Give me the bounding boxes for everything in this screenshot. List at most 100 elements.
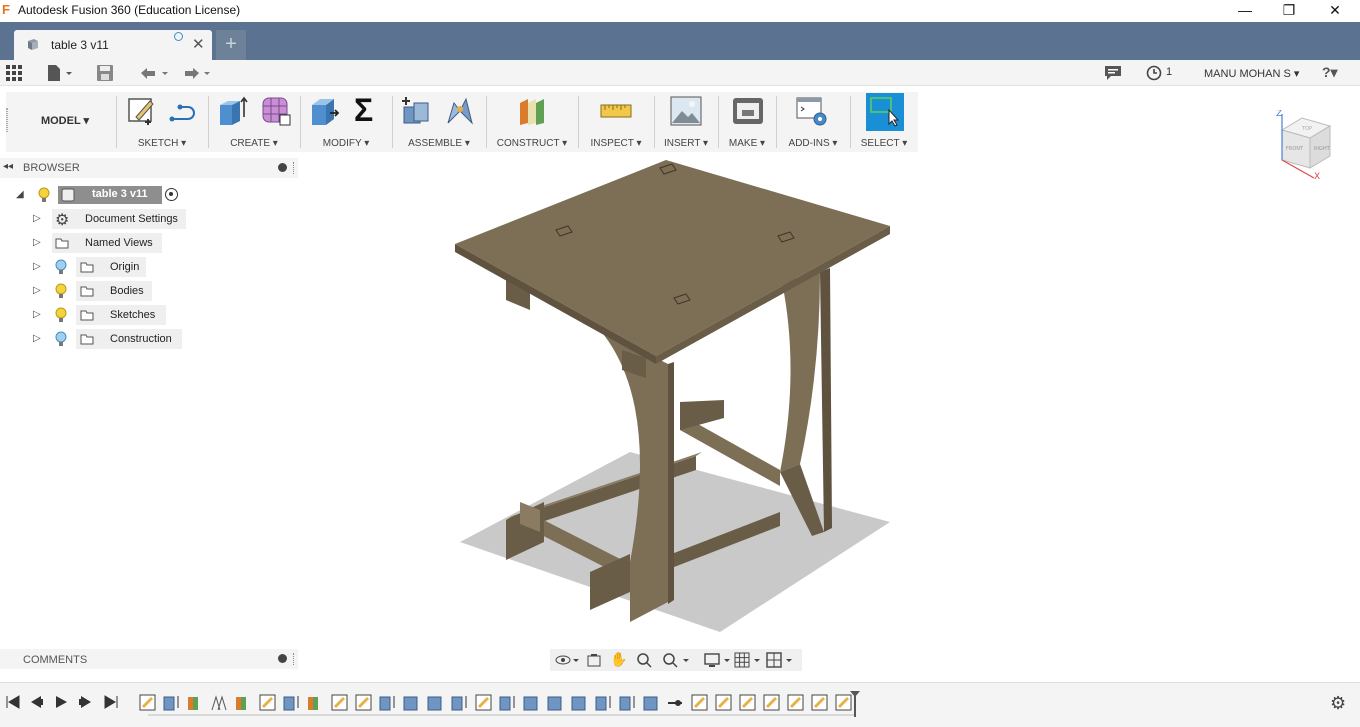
make-menu[interactable]: MAKE ▾ [718, 138, 776, 149]
tree-item-document-settings[interactable]: ▷ ⚙ Document Settings [0, 209, 298, 229]
insert-image-icon[interactable] [670, 95, 702, 127]
3d-viewport[interactable] [300, 152, 1260, 652]
sketch-feature-icon [835, 694, 852, 711]
file-menu-icon[interactable] [46, 64, 74, 82]
folder-icon [80, 310, 94, 321]
form-icon[interactable] [260, 95, 292, 127]
insert-menu[interactable]: INSERT ▾ [654, 138, 718, 149]
workspace-switcher[interactable]: MODEL ▾ [20, 104, 110, 138]
construct-menu[interactable]: CONSTRUCT ▾ [486, 138, 578, 149]
sketch-feature-icon [475, 694, 492, 711]
display-settings-icon[interactable] [704, 652, 732, 668]
timeline-features[interactable] [136, 691, 866, 717]
press-pull-feature-icon [523, 696, 538, 711]
extrude-feature-icon [283, 696, 299, 711]
tree-item-construction[interactable]: ▷ Construction [0, 329, 298, 349]
press-pull-feature-icon [547, 696, 562, 711]
new-tab-button[interactable]: + [216, 30, 246, 60]
root-component-label: table 3 v11 [92, 188, 148, 200]
new-component-icon[interactable] [400, 95, 432, 127]
offset-plane-icon[interactable] [516, 95, 548, 127]
panel-grip[interactable] [293, 162, 295, 174]
go-to-start-icon[interactable] [6, 695, 20, 709]
select-menu[interactable]: SELECT ▾ [850, 138, 918, 149]
tree-expand-icon[interactable]: ▷ [33, 237, 43, 249]
comments-title: COMMENTS [23, 654, 88, 666]
tree-item-bodies[interactable]: ▷ Bodies [0, 281, 298, 301]
browser-minimize-icon[interactable] [278, 163, 287, 172]
leg-front [668, 362, 674, 604]
sketch-menu[interactable]: SKETCH ▾ [116, 138, 208, 149]
measure-icon[interactable] [600, 95, 632, 127]
minimize-button[interactable]: — [1222, 0, 1268, 22]
move-feature-icon [668, 700, 682, 706]
zoom-icon[interactable] [636, 652, 654, 668]
user-account-menu[interactable]: MANU MOHAN S ▾ [1204, 67, 1299, 80]
app-grid-icon[interactable] [6, 65, 22, 81]
create-sketch-icon[interactable] [126, 95, 158, 127]
go-to-end-icon[interactable] [104, 695, 118, 709]
viewcube[interactable]: TOP FRONT RIGHT Z X [1276, 110, 1336, 180]
save-icon[interactable] [96, 64, 114, 82]
tree-expand-icon[interactable]: ▷ [33, 333, 43, 345]
ribbon-grip[interactable] [6, 108, 8, 132]
tree-item-origin[interactable]: ▷ Origin [0, 257, 298, 277]
folder-icon [80, 334, 94, 345]
tree-expand-icon[interactable]: ▷ [33, 261, 43, 273]
modify-menu[interactable]: MODIFY ▾ [300, 138, 392, 149]
activate-radio-icon[interactable] [165, 188, 178, 201]
tree-collapse-icon[interactable]: ◢ [16, 189, 26, 201]
visibility-bulb-icon[interactable] [38, 187, 50, 203]
pan-hand-icon[interactable]: ✋ [610, 651, 627, 668]
root-component-highlight[interactable]: table 3 v11 [58, 186, 162, 204]
viewports-icon[interactable] [766, 652, 794, 668]
compute-all-icon[interactable]: Σ [354, 92, 373, 129]
timeline-settings-gear-icon[interactable]: ⚙ [1330, 693, 1346, 714]
look-at-icon[interactable] [586, 652, 602, 668]
document-tab[interactable]: table 3 v11 ✕ [14, 30, 212, 60]
tree-expand-icon[interactable]: ▷ [33, 285, 43, 297]
extrude-icon[interactable] [216, 95, 248, 127]
browser-root-row[interactable]: ◢ table 3 v11 [0, 185, 298, 205]
step-forward-icon[interactable] [78, 695, 92, 709]
press-pull-icon[interactable] [308, 95, 340, 127]
project-line-icon[interactable] [168, 95, 200, 127]
fit-zoom-icon[interactable] [662, 652, 690, 668]
grid-snap-icon[interactable] [734, 652, 762, 668]
tree-item-sketches[interactable]: ▷ Sketches [0, 305, 298, 325]
close-window-button[interactable]: ✕ [1312, 0, 1358, 22]
maximize-button[interactable]: ❐ [1266, 0, 1312, 22]
joint-icon[interactable] [444, 95, 476, 127]
job-status-icon[interactable] [1146, 65, 1162, 81]
tree-expand-icon[interactable]: ▷ [33, 213, 43, 225]
close-tab-button[interactable]: ✕ [192, 35, 205, 53]
tree-expand-icon[interactable]: ▷ [33, 309, 43, 321]
redo-icon[interactable] [180, 65, 212, 81]
tree-item-label: Origin [110, 261, 140, 273]
create-menu[interactable]: CREATE ▾ [208, 138, 300, 149]
collapse-panel-icon[interactable]: ◂◂ [3, 161, 13, 172]
construct-feature-icon [236, 697, 246, 710]
visibility-bulb-icon[interactable] [55, 331, 67, 347]
scripts-addins-icon[interactable] [796, 95, 828, 127]
add-comment-icon[interactable] [278, 654, 287, 663]
assemble-menu[interactable]: ASSEMBLE ▾ [392, 138, 486, 149]
3d-print-icon[interactable] [732, 95, 764, 127]
add-ins-menu[interactable]: ADD-INS ▾ [776, 138, 850, 149]
step-back-icon[interactable] [30, 695, 44, 709]
tree-item-label: Sketches [110, 309, 156, 321]
orbit-icon[interactable] [554, 652, 580, 668]
visibility-bulb-icon[interactable] [55, 307, 67, 323]
tree-item-named-views[interactable]: ▷ Named Views [0, 233, 298, 253]
visibility-bulb-icon[interactable] [55, 259, 67, 275]
visibility-bulb-icon[interactable] [55, 283, 67, 299]
panel-grip[interactable] [293, 653, 295, 665]
inspect-menu[interactable]: INSPECT ▾ [578, 138, 654, 149]
select-tool-button[interactable] [866, 93, 904, 131]
viewcube-right-label: RIGHT [1314, 146, 1331, 152]
browser-header: ◂◂ BROWSER [0, 158, 298, 178]
play-icon[interactable] [54, 695, 68, 709]
notifications-icon[interactable] [1104, 65, 1122, 81]
undo-icon[interactable] [138, 65, 170, 81]
help-button[interactable]: ?▾ [1322, 64, 1338, 81]
